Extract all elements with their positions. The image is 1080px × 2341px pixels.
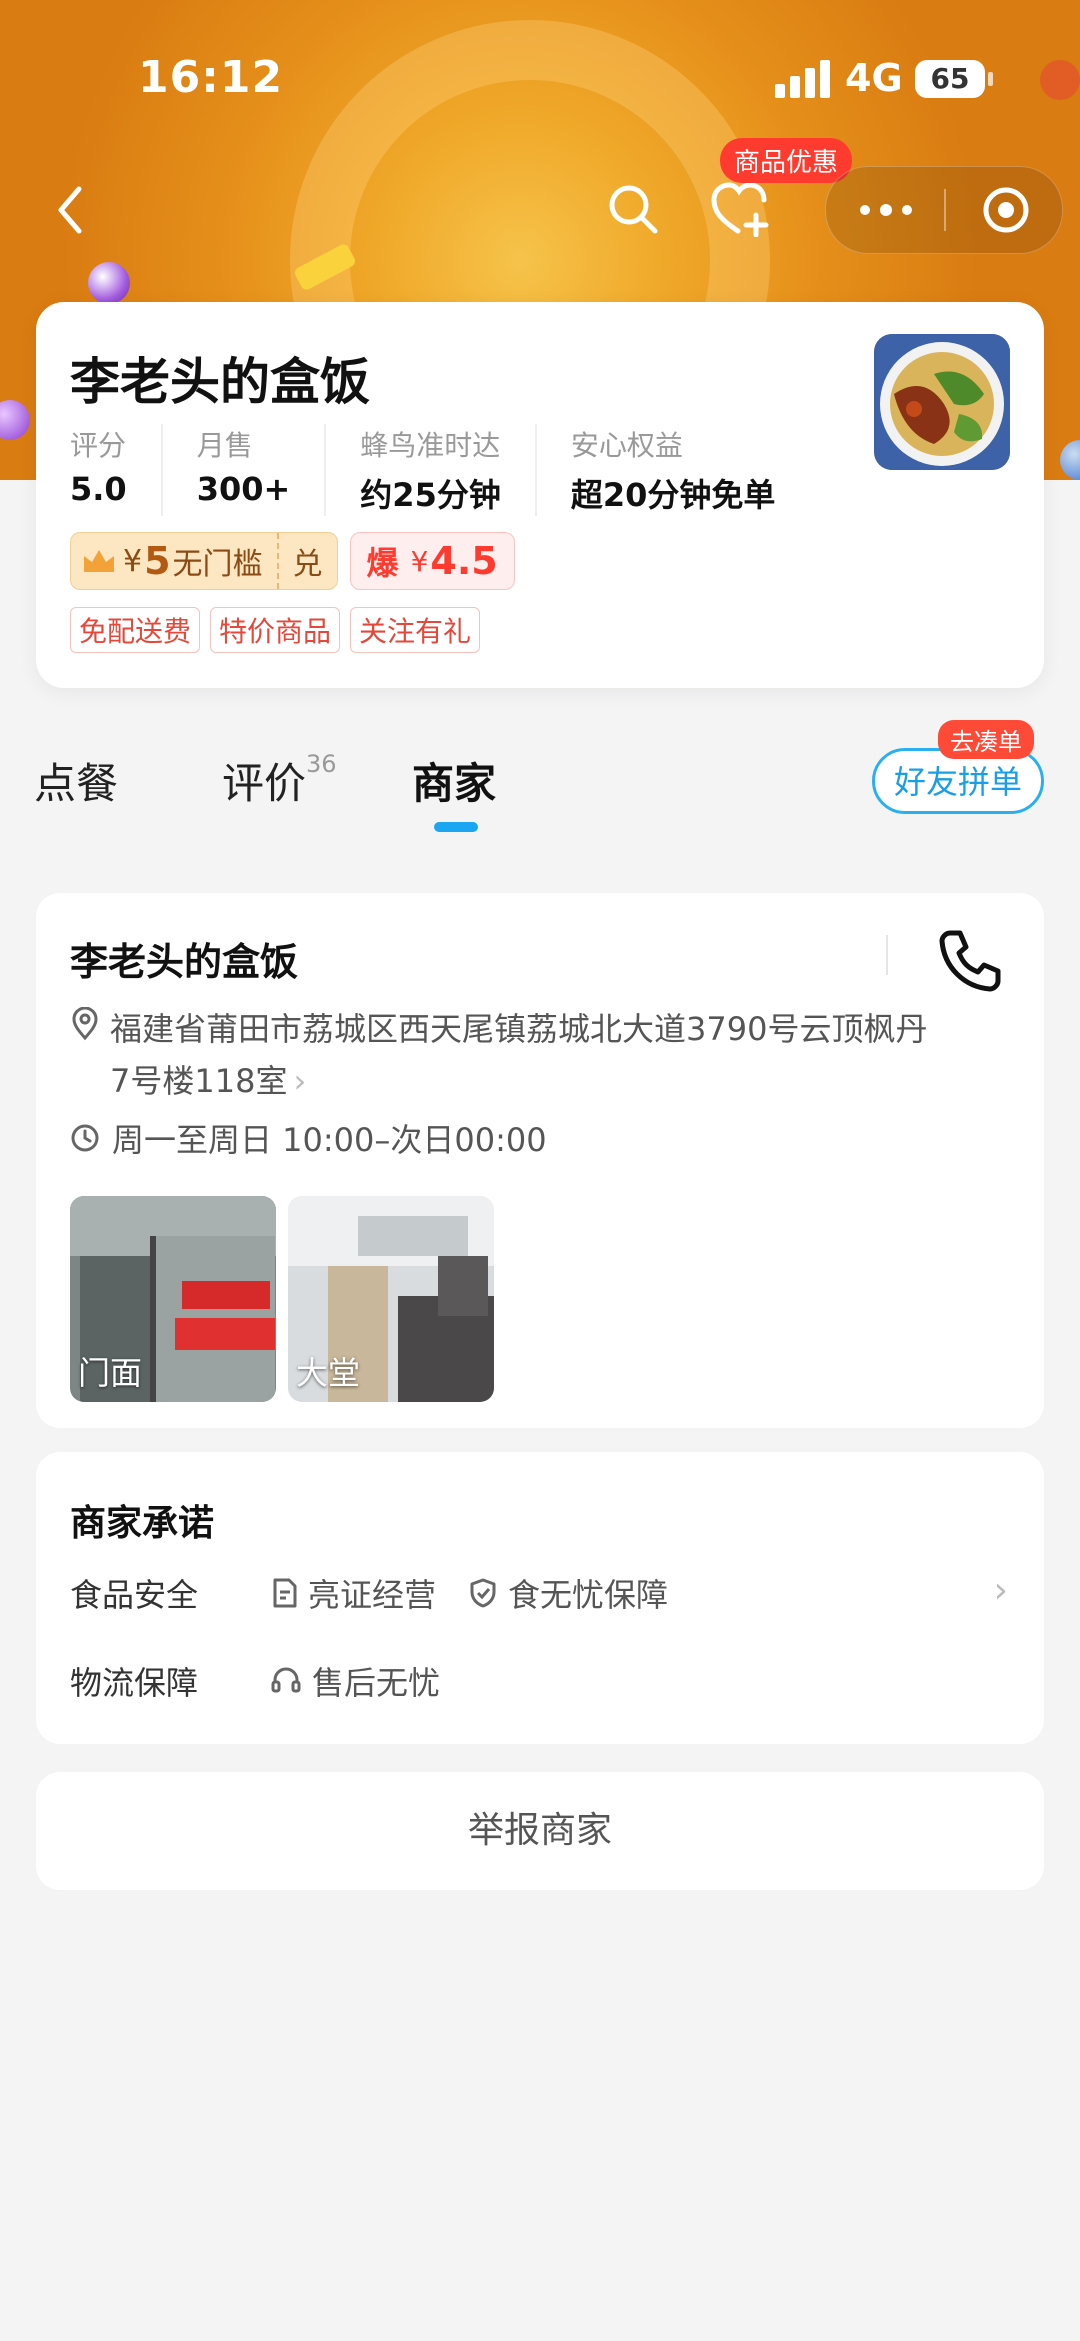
coupon-exchange[interactable]: 兑	[276, 533, 337, 589]
license-icon	[273, 1578, 297, 1608]
tab-label: 商家	[412, 759, 497, 808]
chevron-right-icon: ›	[993, 1570, 1008, 1611]
stat-value: 超20分钟免单	[570, 476, 776, 514]
status-bar: 16:12 4G 65	[0, 0, 1080, 150]
promo-badge: 商品优惠	[720, 138, 853, 183]
no-threshold-coupon[interactable]: ¥ 5 无门槛 兑	[70, 532, 338, 590]
hero-decor-ball	[88, 262, 130, 304]
tag-free-delivery: 免配送费	[70, 607, 201, 653]
store-header-card: 李老头的盒饭 评分 5.0 月售 300+ 蜂鸟准时达 约25分钟 安心权益 超…	[36, 302, 1044, 688]
status-time: 16:12	[138, 52, 284, 103]
close-mini-program-button[interactable]	[966, 181, 1046, 239]
divider	[886, 935, 888, 975]
merchant-promise-card[interactable]: 商家承诺 食品安全 亮证经营 食无忧保障 › 物流保障 售后无忧	[36, 1452, 1044, 1744]
report-merchant-button[interactable]: 举报商家	[36, 1772, 1044, 1890]
promise-title: 商家承诺	[70, 1503, 215, 1544]
promise-row-logistics: 物流保障 售后无忧	[70, 1658, 472, 1704]
business-hours: 周一至周日 10:00–次日00:00	[112, 1121, 547, 1159]
network-type: 4G	[845, 56, 903, 100]
tab-order[interactable]: 点餐	[34, 750, 118, 811]
target-icon	[983, 187, 1029, 233]
stat-value: 300+	[196, 470, 291, 508]
phone-icon	[939, 930, 1001, 992]
promise-label: 食品安全	[70, 1576, 199, 1614]
photo-lobby[interactable]: 大堂	[288, 1196, 494, 1402]
address-row[interactable]: 福建省莆田市荔城区西天尾镇荔城北大道3790号云顶枫丹7号楼118室 ›	[70, 1003, 930, 1107]
promise-item-text: 售后无忧	[312, 1664, 441, 1702]
stat-label: 蜂鸟准时达	[360, 429, 501, 462]
search-button[interactable]	[600, 176, 666, 242]
store-photos: 门面 大堂	[70, 1196, 494, 1402]
battery-icon: 65	[915, 60, 993, 98]
stat-label: 评分	[70, 429, 127, 462]
promise-item: 食无忧保障	[468, 1570, 668, 1616]
promise-item-text: 亮证经营	[308, 1576, 437, 1614]
tab-label: 点餐	[34, 759, 119, 808]
stat-label: 安心权益	[570, 429, 683, 462]
more-dots-icon	[860, 204, 912, 216]
dish-image	[874, 334, 1010, 470]
headset-icon	[271, 1667, 301, 1693]
store-tags: 免配送费 特价商品 关注有礼	[70, 607, 481, 653]
stat-value: 5.0	[70, 470, 127, 508]
hot-deal-coupon[interactable]: 爆 ¥ 4.5	[349, 532, 515, 590]
stat-guarantee[interactable]: 安心权益 超20分钟免单	[571, 424, 810, 516]
promise-item-text: 食无忧保障	[508, 1576, 669, 1614]
stat-value: 约25分钟	[360, 476, 501, 514]
capsule-divider	[944, 189, 946, 231]
signal-icon	[775, 58, 831, 98]
mini-program-capsule	[825, 166, 1063, 254]
coupon-currency: ¥	[123, 543, 143, 579]
merchant-name: 李老头的盒饭	[70, 940, 299, 984]
business-hours-row: 周一至周日 10:00–次日00:00	[70, 1115, 547, 1161]
location-pin-icon	[70, 1006, 110, 1107]
photo-label: 大堂	[296, 1354, 361, 1392]
merchant-info-card: 李老头的盒饭 福建省莆田市荔城区西天尾镇荔城北大道3790号云顶枫丹7号楼118…	[36, 893, 1044, 1428]
store-stats: 评分 5.0 月售 300+ 蜂鸟准时达 约25分钟 安心权益 超20分钟免单	[70, 424, 843, 516]
store-name: 李老头的盒饭	[70, 353, 370, 411]
coupon-row: ¥ 5 无门槛 兑 爆 ¥ 4.5	[70, 532, 515, 590]
stat-label: 月售	[196, 429, 253, 462]
coupon-amount: 5	[144, 539, 171, 583]
photo-storefront[interactable]: 门面	[70, 1196, 276, 1402]
call-button[interactable]	[934, 925, 1006, 997]
tag-follow-gift: 关注有礼	[350, 607, 481, 653]
coupon-currency: ¥	[410, 544, 429, 578]
tab-merchant[interactable]: 商家	[412, 750, 496, 811]
promise-item: 亮证经营	[270, 1570, 436, 1616]
shield-check-icon	[470, 1578, 496, 1608]
chevron-right-icon: ›	[293, 1062, 307, 1100]
coupon-main: ¥ 5 无门槛	[71, 533, 277, 589]
clock-icon	[71, 1124, 99, 1152]
stat-delivery-time: 蜂鸟准时达 约25分钟	[360, 424, 537, 516]
heart-plus-icon	[711, 182, 769, 237]
review-count: 36	[306, 750, 337, 778]
chevron-left-icon	[58, 186, 82, 234]
search-icon	[609, 185, 658, 234]
tab-reviews[interactable]: 评价36	[222, 750, 337, 811]
group-order-badge: 去凑单	[938, 720, 1034, 759]
hero-decor-ball	[0, 400, 30, 440]
photo-label: 门面	[78, 1354, 143, 1392]
promise-item: 售后无忧	[270, 1658, 440, 1704]
crown-icon	[84, 550, 114, 572]
more-button[interactable]	[846, 181, 926, 239]
stat-rating: 评分 5.0	[70, 424, 163, 516]
promise-label: 物流保障	[70, 1664, 199, 1702]
coupon-text: 无门槛	[172, 547, 263, 582]
promise-row-food-safety: 食品安全 亮证经营 食无忧保障	[70, 1570, 700, 1616]
tab-label: 评价	[222, 759, 307, 808]
hot-deal-prefix: 爆	[366, 544, 399, 582]
tag-special-offer: 特价商品	[210, 607, 341, 653]
address-text: 福建省莆田市荔城区西天尾镇荔城北大道3790号云顶枫丹7号楼118室	[110, 1010, 928, 1100]
hero-decor-ball	[1060, 440, 1080, 480]
back-button[interactable]	[40, 180, 100, 240]
tab-active-indicator	[434, 822, 478, 832]
favorite-button[interactable]	[706, 176, 776, 242]
stat-monthly-sales: 月售 300+	[197, 424, 327, 516]
store-thumbnail[interactable]	[874, 334, 1010, 470]
coupon-amount: 4.5	[430, 539, 498, 583]
